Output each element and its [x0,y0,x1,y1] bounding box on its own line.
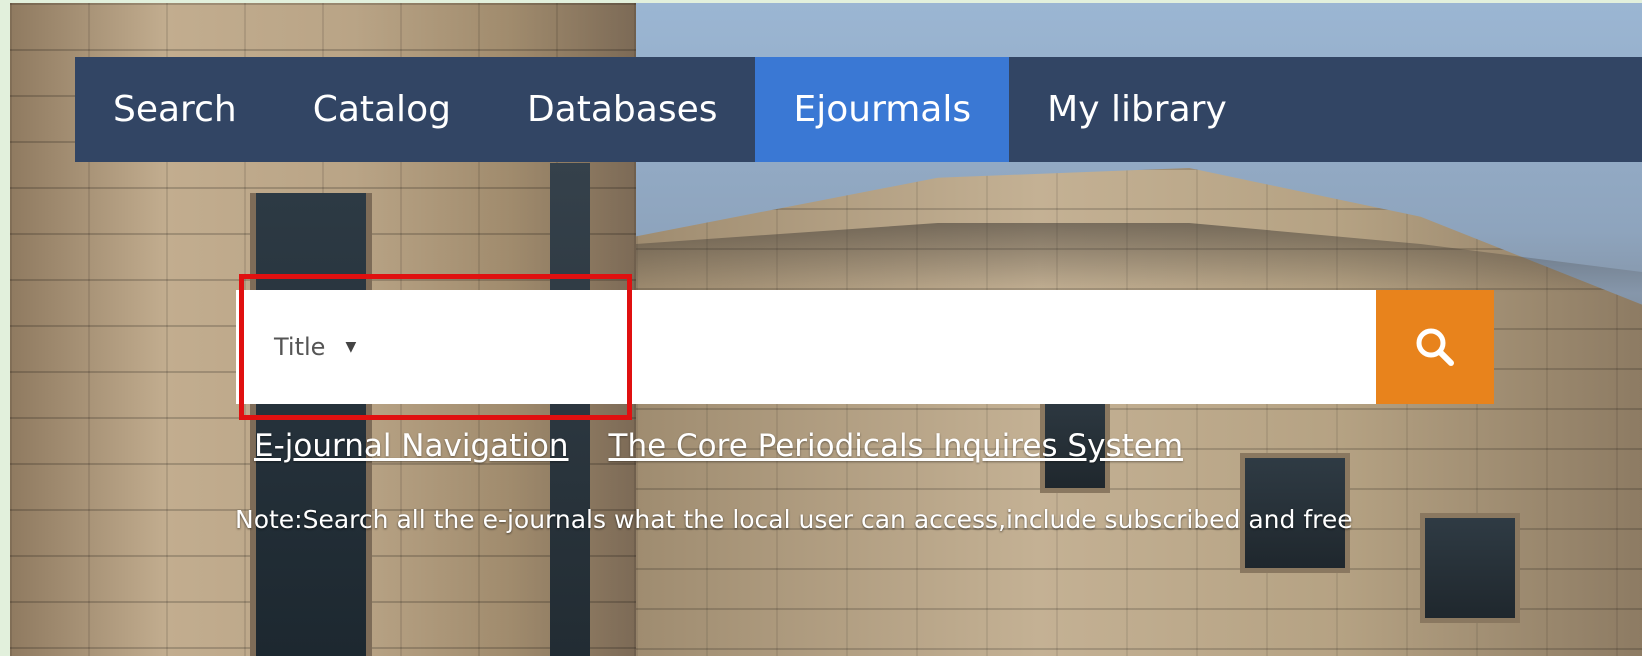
search-type-label: Title [274,333,326,361]
main-nav: Search Catalog Databases Ejourmals My li… [75,57,1642,162]
quick-links: E-journal Navigation The Core Periodical… [254,428,1183,464]
search-box: Title ▼ [236,290,1376,404]
building-roof [636,223,1642,293]
search-type-dropdown[interactable]: Title ▼ [274,290,356,404]
nav-item-search[interactable]: Search [75,57,275,162]
search-button[interactable] [1376,290,1494,404]
core-periodicals-link[interactable]: The Core Periodicals Inquires System [609,428,1184,464]
nav-item-my-library[interactable]: My library [1009,57,1265,162]
building-window [1420,513,1520,623]
caret-down-icon: ▼ [345,339,357,355]
nav-item-ejournals[interactable]: Ejourmals [755,57,1010,162]
tower-window [550,163,590,656]
tower-window [250,193,372,656]
search-icon [1416,328,1454,366]
nav-item-databases[interactable]: Databases [489,57,756,162]
search-input[interactable] [406,304,1350,392]
nav-item-catalog[interactable]: Catalog [275,57,489,162]
search-note: Note:Search all the e-journals what the … [235,505,1353,534]
ejournal-navigation-link[interactable]: E-journal Navigation [254,428,569,464]
